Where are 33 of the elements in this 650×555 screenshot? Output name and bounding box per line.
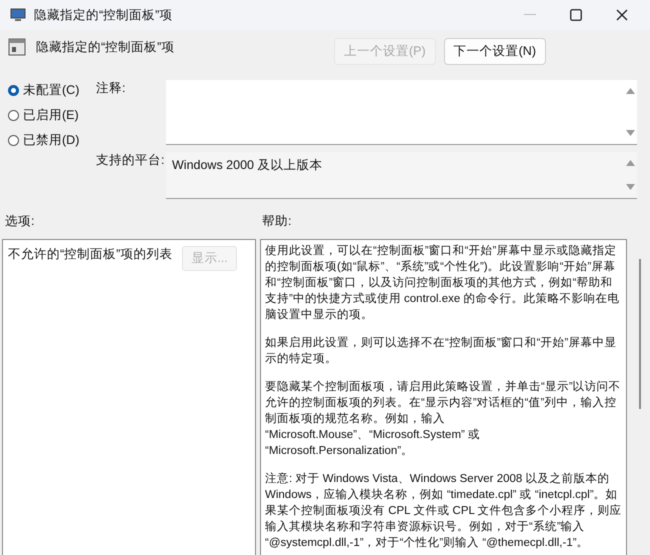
scroll-down-icon[interactable] bbox=[626, 184, 634, 190]
radio-circle[interactable] bbox=[8, 110, 19, 121]
scrollbar-thumb[interactable] bbox=[639, 259, 641, 409]
help-paragraph: 如果启用此设置，则可以选择不在“控制面板”窗口和“开始”屏幕中显示的特定项。 bbox=[265, 335, 618, 367]
radio-label: 未配置(C) bbox=[23, 82, 80, 99]
list-label: 不允许的“控制面板”项的列表 bbox=[8, 246, 172, 263]
radio-label: 已禁用(D) bbox=[23, 132, 80, 149]
help-paragraph: 要隐藏某个控制面板项，请启用此策略设置，并单击“显示”以访问不允许的控制面板项的列表。在“显示内容”对话框的“值”列中，输入控制面板项的规范名称。例如，输入 “Microsoft.Mouse”、“Microsoft.System” 或 “Microsoft.Personalization”。 bbox=[265, 379, 622, 459]
scroll-up-icon[interactable] bbox=[626, 160, 634, 166]
policy-icon bbox=[8, 38, 26, 56]
monitor-icon bbox=[10, 8, 26, 22]
help-paragraph: 使用此设置，可以在“控制面板”窗口和“开始”屏幕中显示或隐藏指定的控制面板项(如“鼠标”、“系统”或“个性化”)。此设置影响“开始”屏幕和“控制面板”窗口，以及访问控制面板项的其他方式，例如“帮助和支持”中的快捷方式或使用 control.exe 的命令行。此策略不影响在电脑设置中显示的项。 bbox=[265, 243, 620, 323]
help-label: 帮助: bbox=[262, 213, 292, 230]
platform-value: Windows 2000 及以上版本 bbox=[171, 157, 324, 174]
setting-title: 隐藏指定的“控制面板”项 bbox=[36, 39, 174, 56]
comment-field[interactable] bbox=[166, 80, 637, 145]
help-paragraph: 注意: 对于 Windows Vista、Windows Server 2008 以及之前版本的 Windows，应输入模块名称，例如 “timedate.cpl” 或 “inetcpl.cpl”。如果某个控制面板项没有 CPL 文件或 CPL 文件包含多个小程序，则应输入其模块名称和字符串资源标识号。例如，对于“系统”输入 “@systemcpl.dll,-1”，对于“个性化”则输入 “@themecpl.dll,-1”。 bbox=[265, 471, 622, 551]
close-icon[interactable] bbox=[616, 9, 628, 21]
minimize-icon[interactable] bbox=[524, 14, 536, 16]
maximize-icon[interactable] bbox=[570, 9, 582, 21]
platform-label: 支持的平台: bbox=[96, 152, 166, 169]
scroll-up-icon[interactable] bbox=[626, 88, 634, 94]
window-title: 隐藏指定的“控制面板”项 bbox=[34, 6, 172, 24]
radio-circle[interactable] bbox=[8, 135, 19, 146]
radio-option[interactable]: 未配置(C) bbox=[8, 82, 96, 99]
radio-option[interactable]: 已启用(E) bbox=[8, 107, 96, 124]
comment-label: 注释: bbox=[96, 80, 126, 97]
radio-label: 已启用(E) bbox=[23, 107, 79, 124]
options-label: 选项: bbox=[5, 213, 36, 230]
radio-circle[interactable] bbox=[8, 85, 19, 96]
scroll-down-icon[interactable] bbox=[626, 130, 634, 136]
nav-button[interactable]: 下一个设置(N) bbox=[444, 38, 546, 65]
radio-option[interactable]: 已禁用(D) bbox=[8, 132, 96, 149]
